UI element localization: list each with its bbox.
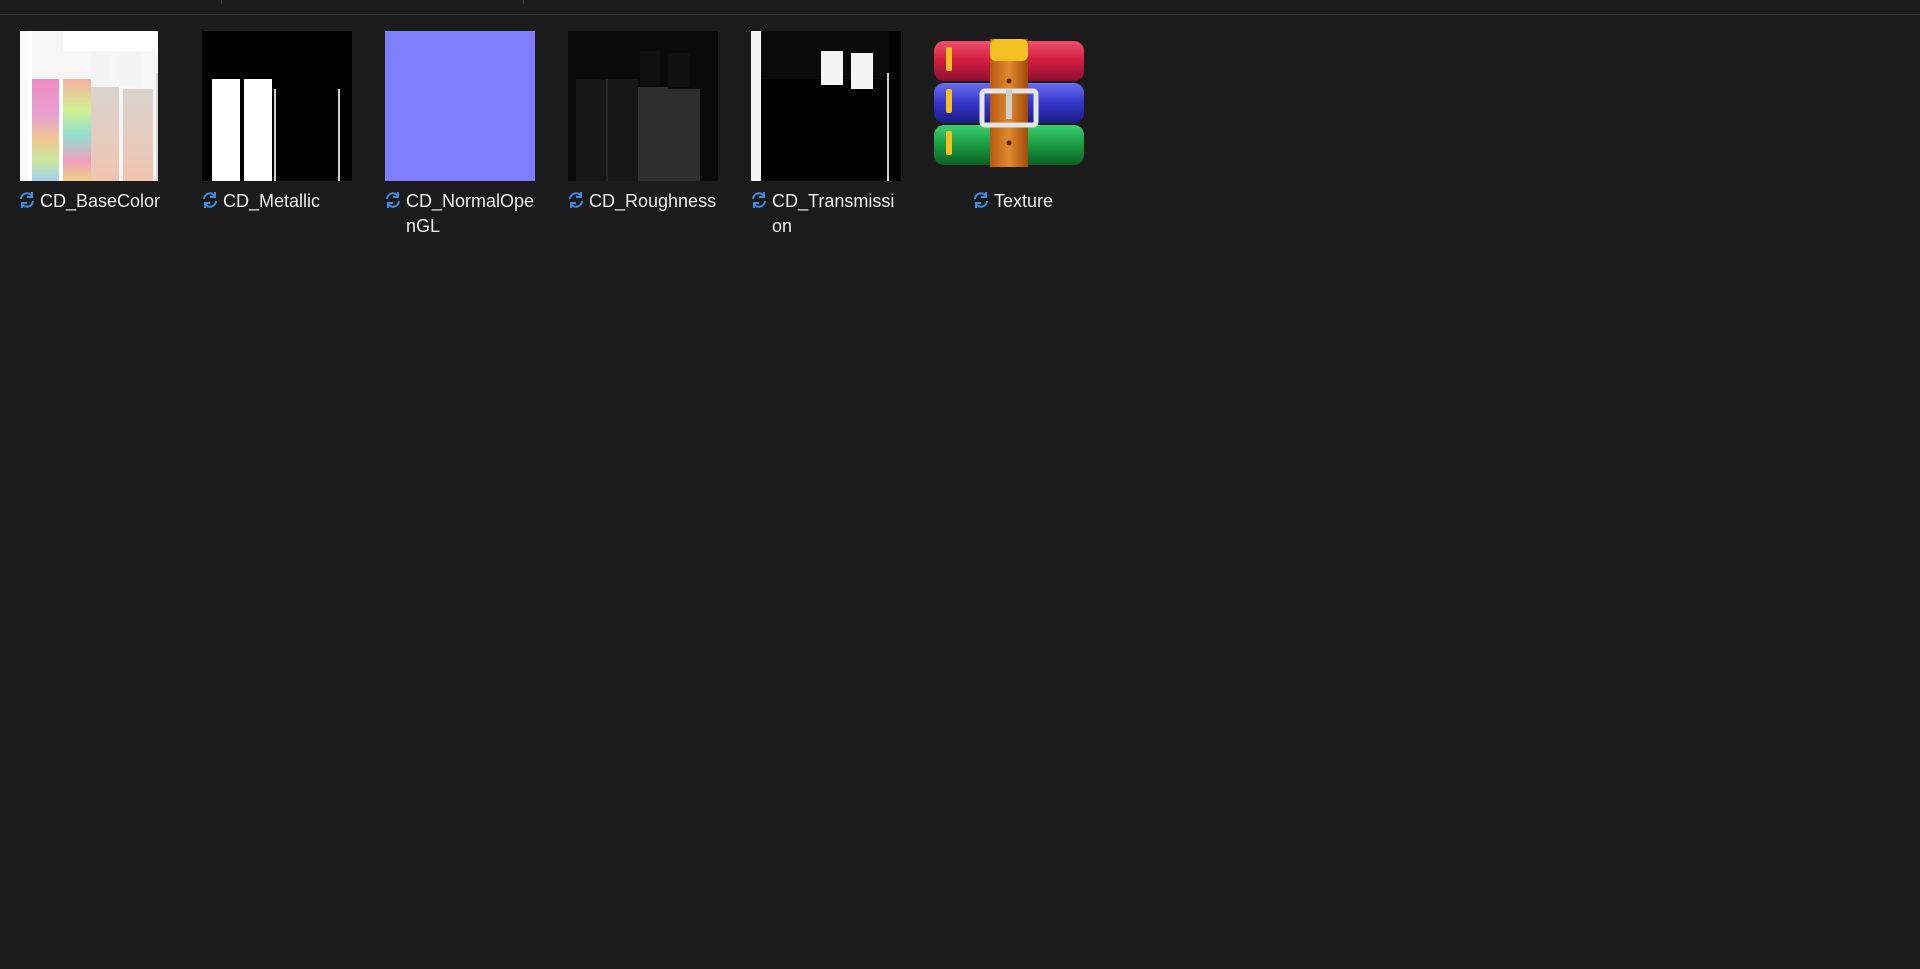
metallic-thumbnail	[202, 31, 352, 181]
file-name: CD_Metallic	[223, 191, 321, 211]
file-name: CD_Transmission	[772, 191, 895, 236]
transmission-thumbnail	[751, 31, 901, 181]
roughness-thumbnail	[568, 31, 718, 181]
file-grid: CD_BaseColor CD_Metallic CD_NormalOpenGL…	[17, 31, 1115, 239]
column-divider	[523, 0, 524, 4]
sync-icon	[203, 192, 217, 208]
file-name: CD_NormalOpenGL	[406, 191, 535, 236]
file-item-transmission[interactable]: CD_Transmission	[749, 31, 932, 239]
file-name: CD_BaseColor	[40, 191, 161, 211]
column-divider	[221, 0, 222, 4]
file-item-roughness[interactable]: CD_Roughness	[566, 31, 749, 239]
file-item-texture[interactable]: Texture	[932, 31, 1115, 239]
file-view[interactable]: CD_BaseColor CD_Metallic CD_NormalOpenGL…	[0, 15, 1920, 969]
sync-icon	[20, 192, 34, 208]
sync-icon	[386, 192, 400, 208]
sync-icon	[569, 192, 583, 208]
file-name: CD_Roughness	[589, 191, 717, 211]
normal-thumbnail	[385, 31, 535, 181]
toolbar-edge	[0, 0, 1920, 15]
basecolor-thumbnail	[19, 31, 169, 181]
file-name: Texture	[993, 191, 1054, 211]
file-item-normalopengl[interactable]: CD_NormalOpenGL	[383, 31, 566, 239]
file-item-metallic[interactable]: CD_Metallic	[200, 31, 383, 239]
file-item-basecolor[interactable]: CD_BaseColor	[17, 31, 200, 239]
winrar-archive-icon	[934, 31, 1084, 181]
sync-icon	[752, 192, 766, 208]
sync-icon	[973, 192, 988, 208]
